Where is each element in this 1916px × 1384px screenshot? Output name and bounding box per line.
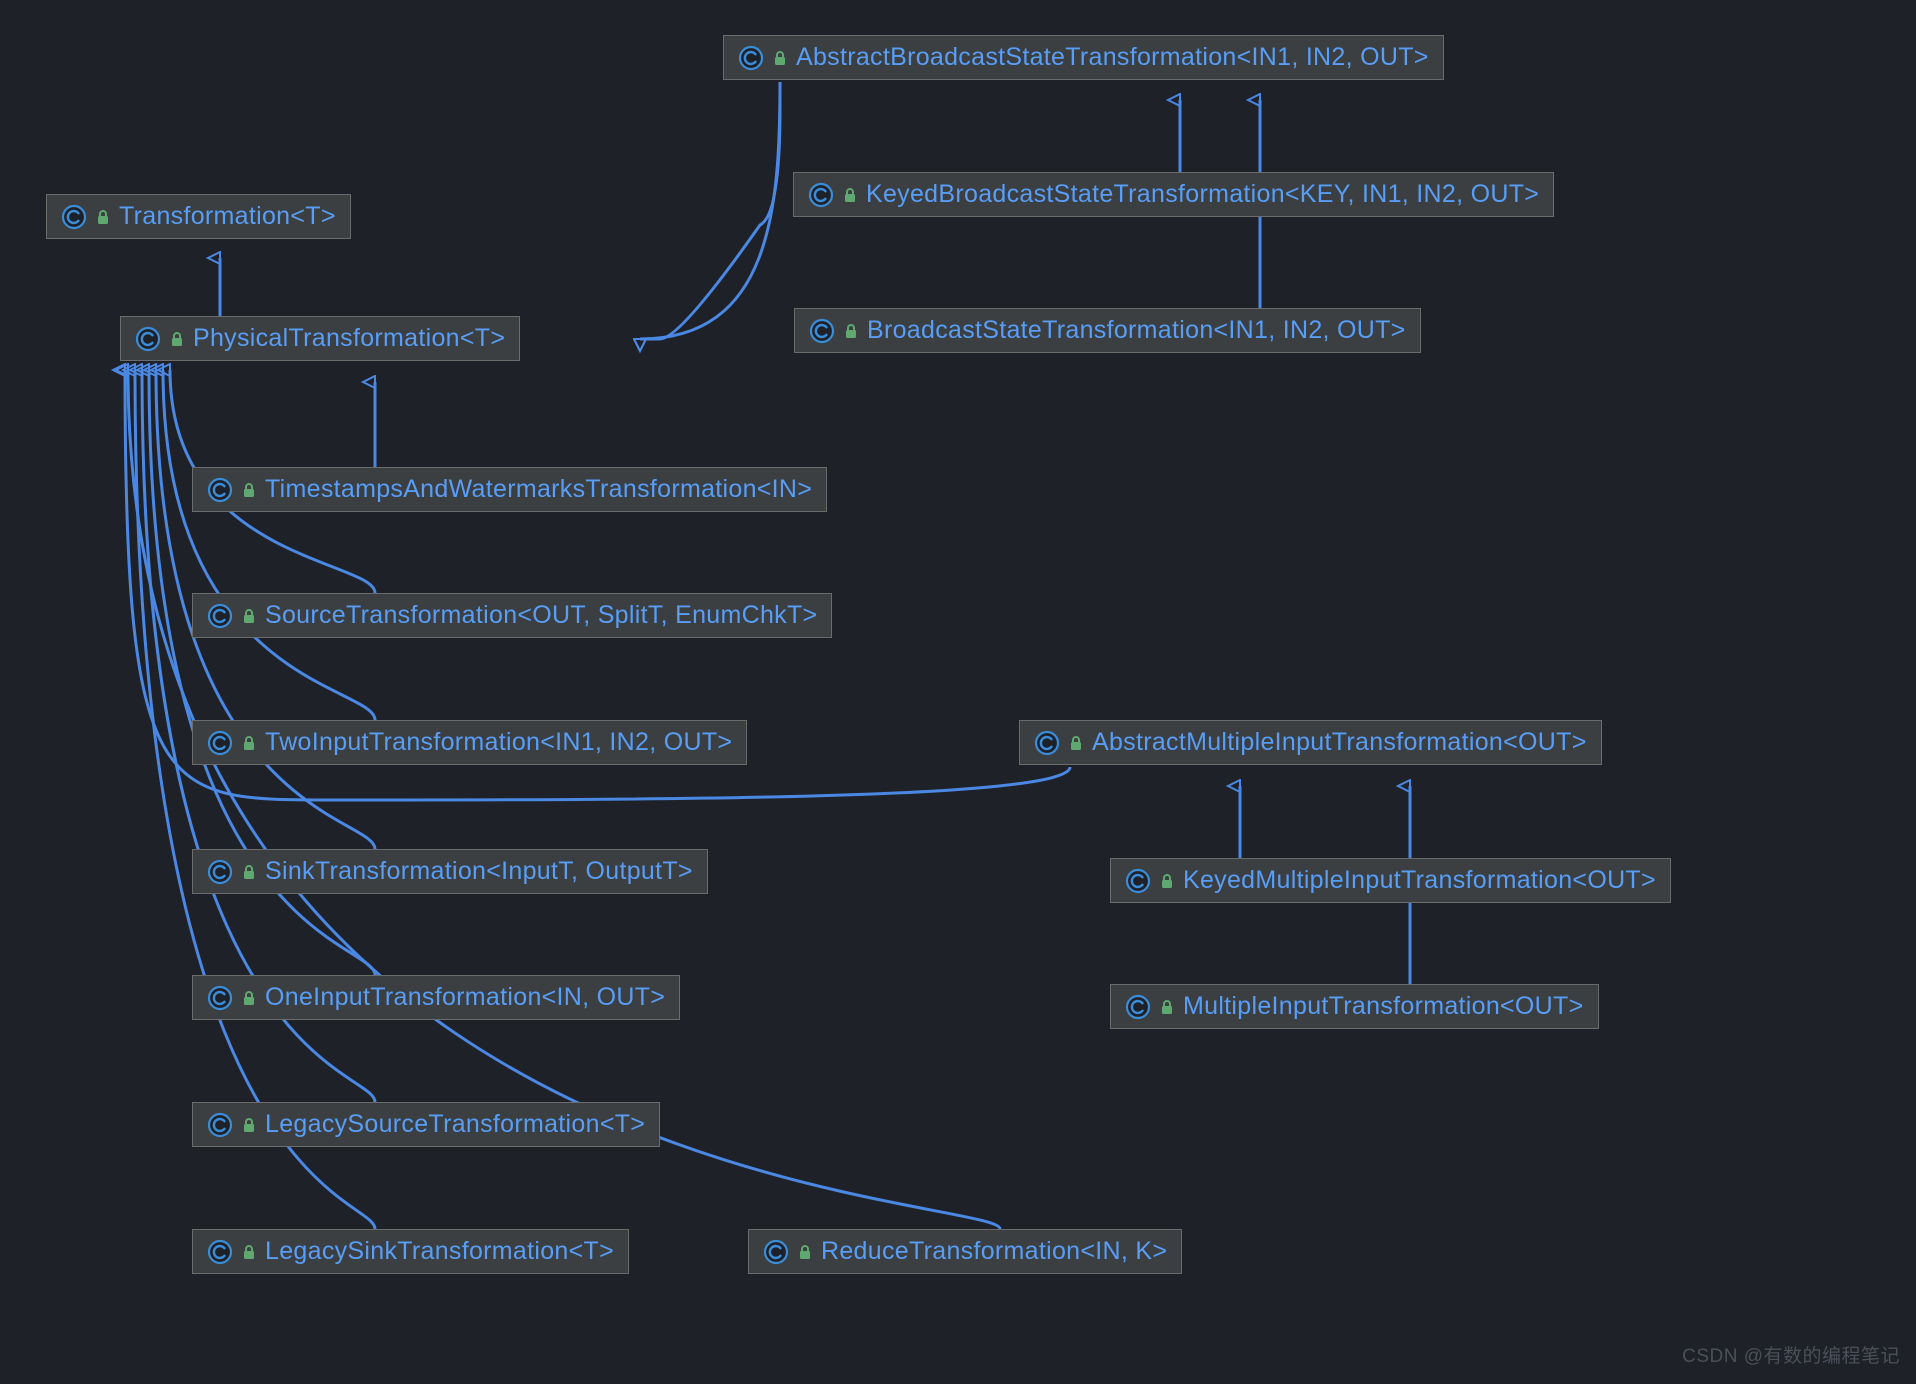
lock-modifier-icon [242,608,256,624]
class-label: Transformation<T> [119,202,336,231]
class-icon [738,45,764,71]
class-icon [809,318,835,344]
class-node-keyedBroadcast[interactable]: KeyedBroadcastStateTransformation<KEY, I… [793,172,1554,217]
class-node-source[interactable]: SourceTransformation<OUT, SplitT, EnumCh… [192,593,832,638]
class-icon [1125,994,1151,1020]
class-node-tsWatermarks[interactable]: TimestampsAndWatermarksTransformation<IN… [192,467,827,512]
class-label: OneInputTransformation<IN, OUT> [265,983,665,1012]
class-label: LegacySourceTransformation<T> [265,1110,645,1139]
class-icon [207,477,233,503]
class-label: TimestampsAndWatermarksTransformation<IN… [265,475,812,504]
lock-modifier-icon [242,864,256,880]
lock-modifier-icon [242,735,256,751]
class-node-broadcast[interactable]: BroadcastStateTransformation<IN1, IN2, O… [794,308,1421,353]
class-icon [135,326,161,352]
class-node-multi[interactable]: MultipleInputTransformation<OUT> [1110,984,1599,1029]
class-node-legacySink[interactable]: LegacySinkTransformation<T> [192,1229,629,1274]
class-node-sink[interactable]: SinkTransformation<InputT, OutputT> [192,849,708,894]
class-icon [808,182,834,208]
lock-modifier-icon [242,990,256,1006]
lock-modifier-icon [798,1244,812,1260]
lock-modifier-icon [1160,999,1174,1015]
class-label: LegacySinkTransformation<T> [265,1237,614,1266]
lock-modifier-icon [773,50,787,66]
lock-modifier-icon [242,1117,256,1133]
class-icon [61,204,87,230]
class-node-oneInput[interactable]: OneInputTransformation<IN, OUT> [192,975,680,1020]
class-node-absBroadcast[interactable]: AbstractBroadcastStateTransformation<IN1… [723,35,1444,80]
class-node-absMulti[interactable]: AbstractMultipleInputTransformation<OUT> [1019,720,1602,765]
class-label: ReduceTransformation<IN, K> [821,1237,1167,1266]
class-label: KeyedMultipleInputTransformation<OUT> [1183,866,1656,895]
class-label: KeyedBroadcastStateTransformation<KEY, I… [866,180,1539,209]
class-icon [763,1239,789,1265]
class-icon [207,859,233,885]
class-icon [1125,868,1151,894]
lock-modifier-icon [170,331,184,347]
diagram-canvas: Transformation<T> PhysicalTransformation<… [0,0,1916,1384]
class-node-reduce[interactable]: ReduceTransformation<IN, K> [748,1229,1182,1274]
class-node-physical[interactable]: PhysicalTransformation<T> [120,316,520,361]
class-icon [207,985,233,1011]
lock-modifier-icon [1069,735,1083,751]
class-icon [207,1112,233,1138]
lock-modifier-icon [96,209,110,225]
class-label: MultipleInputTransformation<OUT> [1183,992,1584,1021]
lock-modifier-icon [242,1244,256,1260]
lock-modifier-icon [1160,873,1174,889]
class-label: AbstractBroadcastStateTransformation<IN1… [796,43,1429,72]
class-label: BroadcastStateTransformation<IN1, IN2, O… [867,316,1406,345]
class-node-keyedMulti[interactable]: KeyedMultipleInputTransformation<OUT> [1110,858,1671,903]
lock-modifier-icon [242,482,256,498]
class-label: SourceTransformation<OUT, SplitT, EnumCh… [265,601,817,630]
class-label: TwoInputTransformation<IN1, IN2, OUT> [265,728,732,757]
class-node-legacySource[interactable]: LegacySourceTransformation<T> [192,1102,660,1147]
class-icon [207,1239,233,1265]
class-icon [1034,730,1060,756]
class-label: PhysicalTransformation<T> [193,324,505,353]
class-icon [207,730,233,756]
lock-modifier-icon [843,187,857,203]
class-label: SinkTransformation<InputT, OutputT> [265,857,693,886]
class-label: AbstractMultipleInputTransformation<OUT> [1092,728,1587,757]
class-icon [207,603,233,629]
class-node-twoInput[interactable]: TwoInputTransformation<IN1, IN2, OUT> [192,720,747,765]
class-node-transformation[interactable]: Transformation<T> [46,194,351,239]
lock-modifier-icon [844,323,858,339]
watermark: CSDN @有数的编程笔记 [1682,1341,1900,1368]
